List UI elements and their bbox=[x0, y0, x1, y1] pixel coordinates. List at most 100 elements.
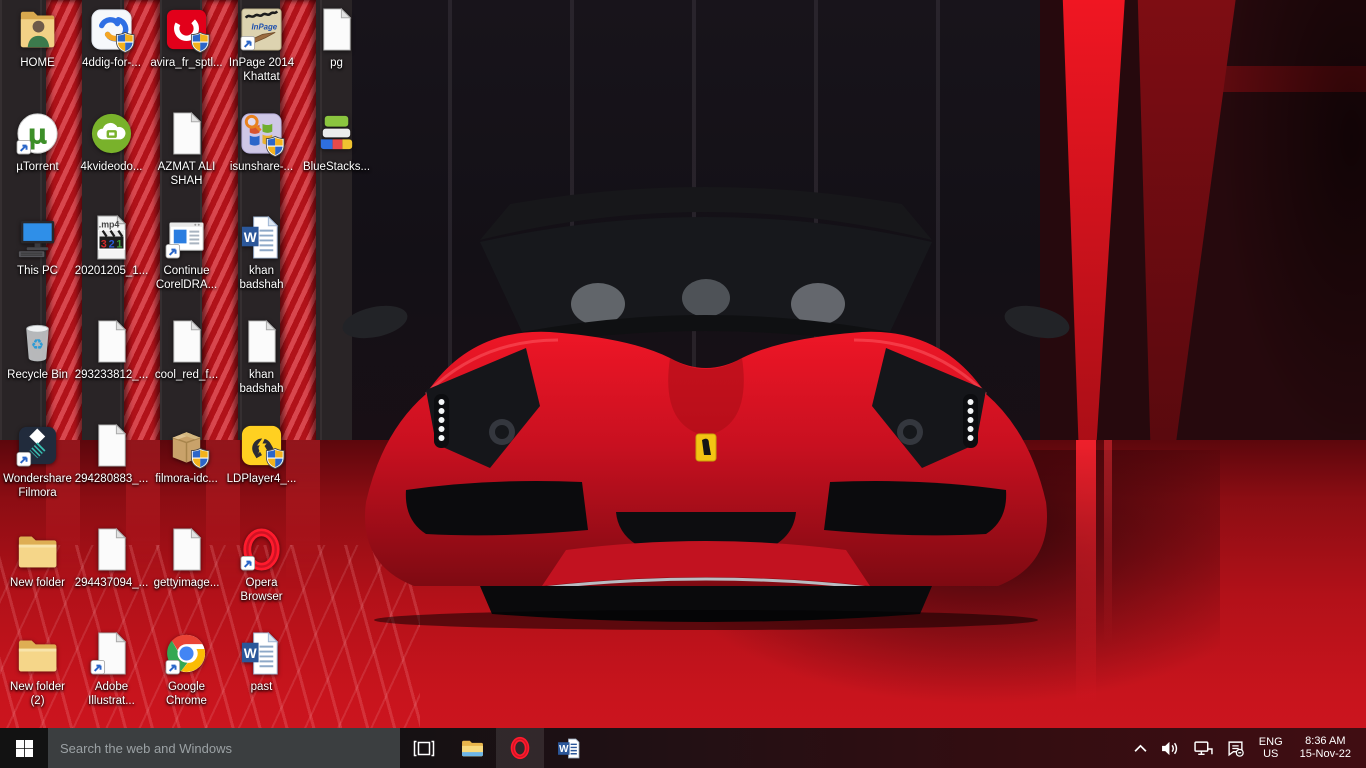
desktop-icon-opera-25[interactable]: Opera Browser bbox=[224, 526, 299, 604]
word-icon: W bbox=[557, 738, 580, 759]
desktop-icon-box-setup-20[interactable]: filmora-idc... bbox=[149, 422, 224, 486]
clock-time: 8:36 AM bbox=[1300, 735, 1351, 748]
language-line2: US bbox=[1259, 748, 1283, 760]
utorrent-icon bbox=[14, 110, 61, 157]
opera-taskbar-button[interactable] bbox=[496, 728, 544, 768]
windows-logo-icon bbox=[16, 740, 33, 757]
doc-icon bbox=[163, 526, 210, 573]
icon-label: LDPlayer4_... bbox=[227, 472, 297, 486]
icon-label: gettyimage... bbox=[154, 576, 220, 590]
file-explorer-icon bbox=[461, 739, 484, 758]
network-icon bbox=[1194, 741, 1213, 756]
opera-icon bbox=[508, 736, 532, 760]
opera-icon bbox=[238, 526, 285, 573]
icon-label: past bbox=[251, 680, 273, 694]
icon-label: Adobe Illustrat... bbox=[88, 680, 135, 708]
tray-clock[interactable]: 8:36 AM 15-Nov-22 bbox=[1291, 735, 1360, 761]
chevron-up-icon bbox=[1134, 744, 1147, 753]
doc-icon bbox=[238, 318, 285, 365]
icon-label: isunshare-... bbox=[230, 160, 293, 174]
icon-label: Continue CorelDRA... bbox=[156, 264, 217, 292]
icon-label: Recycle Bin bbox=[7, 368, 68, 382]
desktop-icon-word-doc-29[interactable]: past bbox=[224, 630, 299, 694]
desktop-icon-doc-19[interactable]: 294280883_... bbox=[74, 422, 149, 486]
desktop-icon-filmora-18[interactable]: Wondershare Filmora bbox=[0, 422, 75, 500]
doc-icon bbox=[163, 110, 210, 157]
start-button[interactable] bbox=[0, 728, 48, 768]
file-explorer-button[interactable] bbox=[448, 728, 496, 768]
search-input[interactable] bbox=[48, 728, 400, 768]
doc-icon bbox=[313, 6, 360, 53]
icon-label: AZMAT ALI SHAH bbox=[158, 160, 216, 188]
icon-label: pg bbox=[330, 56, 343, 70]
app-window-icon bbox=[163, 214, 210, 261]
desktop-icon-tile-inpage-3[interactable]: InPage 2014 Khattat bbox=[224, 6, 299, 84]
desktop-icon-doc-24[interactable]: gettyimage... bbox=[149, 526, 224, 590]
desktop-icon-fourk-6[interactable]: 4kvideodo... bbox=[74, 110, 149, 174]
icon-label: 294280883_... bbox=[75, 472, 149, 486]
desktop-icon-tile-4ddig-1[interactable]: 4ddig-for-... bbox=[74, 6, 149, 70]
task-view-button[interactable] bbox=[400, 728, 448, 768]
desktop-icon-recycle-bin-14[interactable]: Recycle Bin bbox=[0, 318, 75, 382]
icon-label: Google Chrome bbox=[166, 680, 207, 708]
tray-language-indicator[interactable]: ENG US bbox=[1251, 736, 1291, 760]
tray-action-center-button[interactable] bbox=[1220, 740, 1251, 757]
desktop-icon-mp4-video-11[interactable]: 20201205_1... bbox=[74, 214, 149, 278]
clock-date: 15-Nov-22 bbox=[1300, 748, 1351, 761]
tray-network-button[interactable] bbox=[1187, 741, 1220, 756]
desktop-icon-app-window-12[interactable]: Continue CorelDRA... bbox=[149, 214, 224, 292]
doc-icon bbox=[163, 318, 210, 365]
speaker-icon bbox=[1161, 741, 1180, 756]
doc-icon bbox=[88, 630, 135, 677]
filmora-icon bbox=[14, 422, 61, 469]
desktop-icon-this-pc-10[interactable]: This PC bbox=[0, 214, 75, 278]
desktop-icon-isunshare-8[interactable]: isunshare-... bbox=[224, 110, 299, 174]
word-doc-icon bbox=[238, 630, 285, 677]
desktop-icon-doc-7[interactable]: AZMAT ALI SHAH bbox=[149, 110, 224, 188]
folder-user-icon bbox=[14, 6, 61, 53]
desktop-icon-doc-4[interactable]: pg bbox=[299, 6, 374, 70]
icon-label: BlueStacks... bbox=[303, 160, 370, 174]
desktop-icon-word-doc-13[interactable]: khan badshah bbox=[224, 214, 299, 292]
desktop-icon-chrome-28[interactable]: Google Chrome bbox=[149, 630, 224, 708]
icon-label: filmora-idc... bbox=[155, 472, 218, 486]
doc-icon bbox=[88, 526, 135, 573]
desktop-icon-doc-23[interactable]: 294437094_... bbox=[74, 526, 149, 590]
taskbar-search-box[interactable] bbox=[48, 728, 400, 768]
tray-volume-button[interactable] bbox=[1154, 741, 1187, 756]
doc-icon bbox=[88, 422, 135, 469]
icon-label: New folder bbox=[10, 576, 65, 590]
box-setup-icon bbox=[163, 422, 210, 469]
icon-label: 4ddig-for-... bbox=[82, 56, 141, 70]
task-view-icon bbox=[413, 740, 435, 757]
tray-show-hidden-icons-button[interactable] bbox=[1127, 744, 1154, 753]
folder-icon bbox=[14, 630, 61, 677]
desktop-icon-utorrent-5[interactable]: µTorrent bbox=[0, 110, 75, 174]
desktop-icon-folder-user-0[interactable]: HOME bbox=[0, 6, 75, 70]
icon-label: 294437094_... bbox=[75, 576, 149, 590]
chrome-icon bbox=[163, 630, 210, 677]
action-center-icon bbox=[1227, 740, 1244, 757]
word-doc-icon bbox=[238, 214, 285, 261]
fourk-icon bbox=[88, 110, 135, 157]
icon-label: New folder (2) bbox=[10, 680, 65, 708]
word-taskbar-button[interactable]: W bbox=[544, 728, 592, 768]
desktop-icon-folder-26[interactable]: New folder (2) bbox=[0, 630, 75, 708]
desktop-icon-doc-16[interactable]: cool_red_f... bbox=[149, 318, 224, 382]
icon-label: khan badshah bbox=[239, 368, 283, 396]
desktop-icon-bluestacks-9[interactable]: BlueStacks... bbox=[299, 110, 374, 174]
tile-4ddig-icon bbox=[88, 6, 135, 53]
icon-label: Opera Browser bbox=[240, 576, 282, 604]
desktop-icon-tile-avira-2[interactable]: avira_fr_sptl... bbox=[149, 6, 224, 70]
icon-label: Wondershare Filmora bbox=[3, 472, 72, 500]
bluestacks-icon bbox=[313, 110, 360, 157]
desktop-icon-folder-22[interactable]: New folder bbox=[0, 526, 75, 590]
desktop-icon-doc-15[interactable]: 293233812_... bbox=[74, 318, 149, 382]
desktop-icon-ldplayer-21[interactable]: LDPlayer4_... bbox=[224, 422, 299, 486]
icon-label: HOME bbox=[20, 56, 55, 70]
desktop-icon-doc-17[interactable]: khan badshah bbox=[224, 318, 299, 396]
desktop-icons[interactable]: HOME 4ddig-for-... avira_fr_sptl...InPage … bbox=[0, 0, 1366, 728]
folder-icon bbox=[14, 526, 61, 573]
desktop-icon-doc-27[interactable]: Adobe Illustrat... bbox=[74, 630, 149, 708]
svg-text:W: W bbox=[559, 744, 569, 755]
